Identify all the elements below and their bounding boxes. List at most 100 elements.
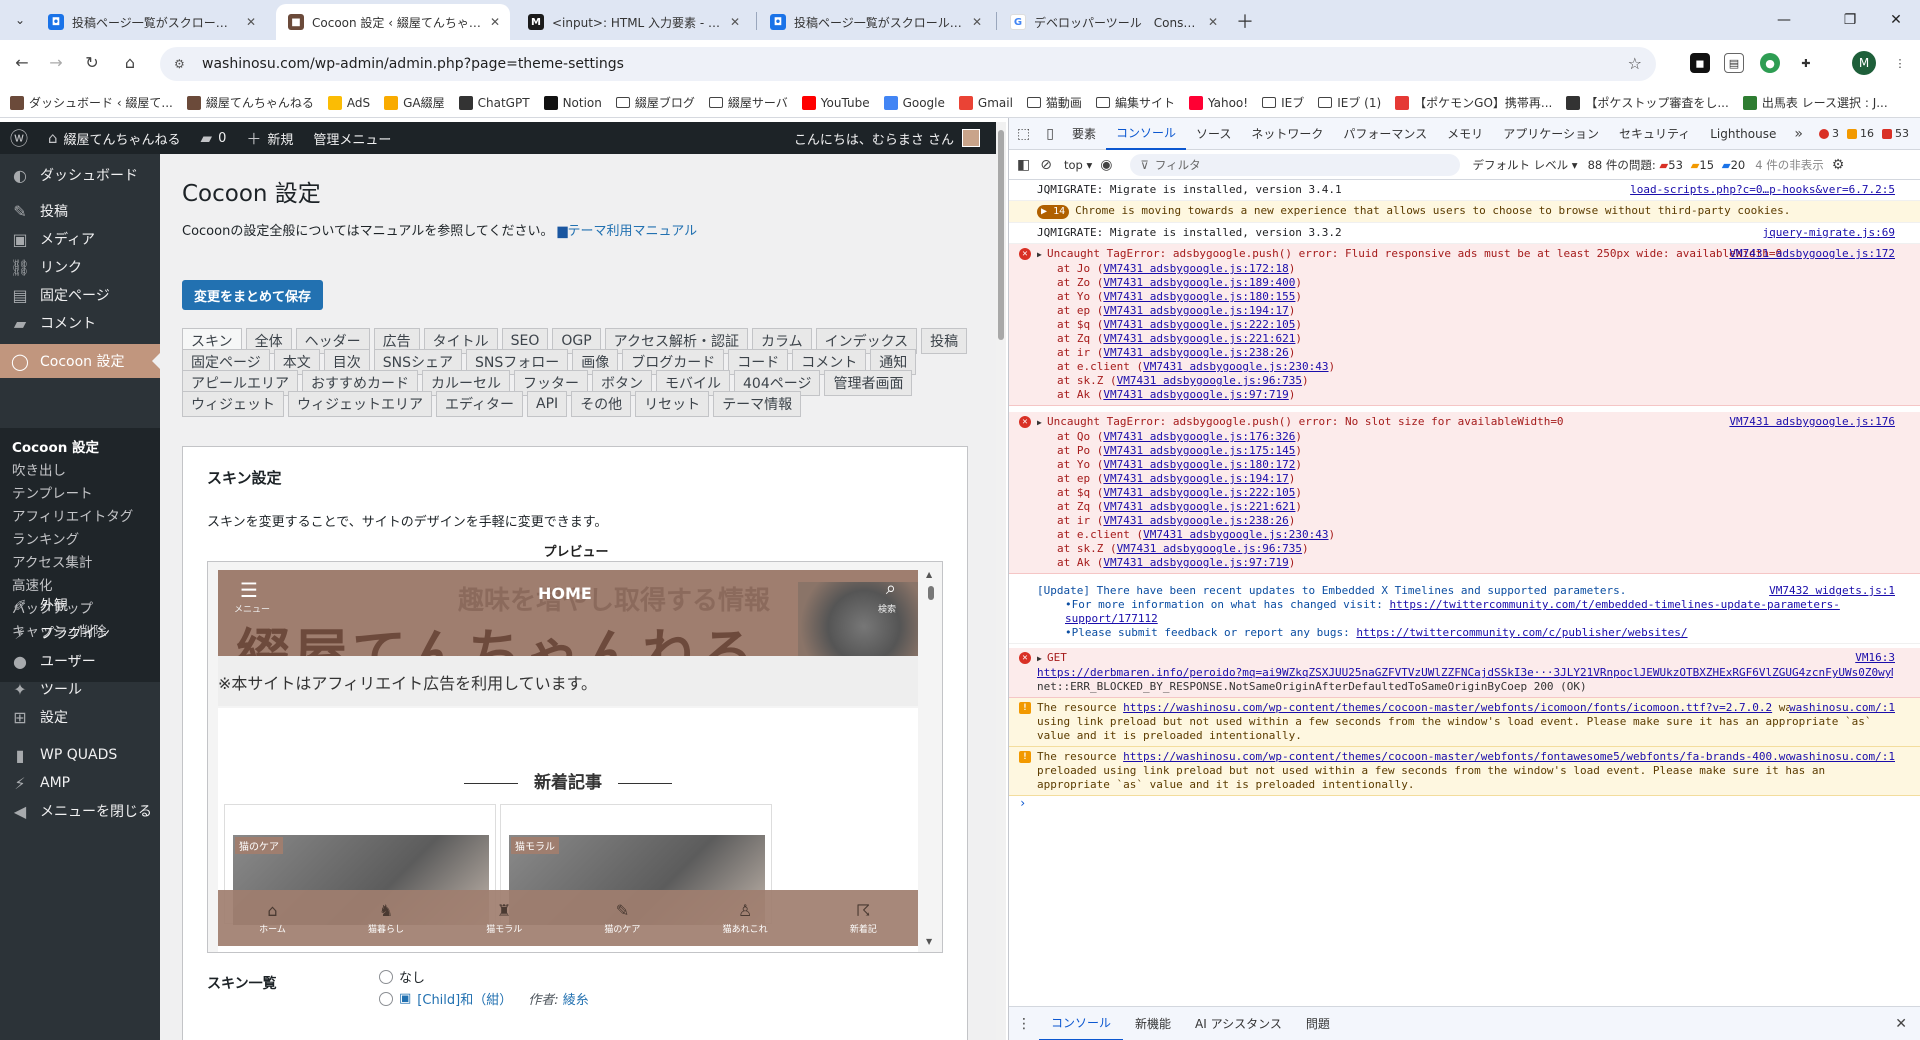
sidebar-item[interactable]: ◀ メニューを閉じる bbox=[0, 794, 160, 828]
comments-link[interactable]: ▰ 0 bbox=[191, 122, 237, 154]
reload-button[interactable]: ↻ bbox=[80, 50, 104, 74]
bookmark-item[interactable]: ChatGPT bbox=[458, 95, 530, 110]
sidebar-toggle-icon[interactable]: ◧ bbox=[1009, 157, 1038, 173]
bookmark-item[interactable]: 猫動画 bbox=[1026, 94, 1082, 111]
sidebar-item[interactable]: ⊞ 設定 bbox=[0, 700, 160, 734]
site-info-icon[interactable]: ⚙ bbox=[174, 57, 192, 71]
stack-location-link[interactable]: VM7431 adsbygoogle.js:96:735 bbox=[1117, 542, 1302, 555]
restore-button[interactable]: ❐ bbox=[1830, 6, 1870, 34]
console-prompt[interactable]: › bbox=[1009, 796, 1920, 818]
stack-location-link[interactable]: VM7431 adsbygoogle.js:97:719 bbox=[1103, 388, 1288, 401]
device-toolbar-icon[interactable]: ▯ bbox=[1038, 126, 1062, 142]
error-count[interactable]: 3 bbox=[1818, 127, 1839, 140]
log-level-select[interactable]: デフォルト レベル ▾ bbox=[1472, 157, 1577, 173]
bookmark-item[interactable]: 綴屋てんちゃんねる bbox=[186, 94, 314, 111]
stack-location-link[interactable]: VM7431 adsbygoogle.js:230:43 bbox=[1143, 528, 1328, 541]
bookmark-item[interactable]: ダッシュボード ‹ 綴屋て... bbox=[10, 94, 173, 111]
close-icon[interactable]: ✕ bbox=[246, 15, 256, 29]
bookmark-item[interactable]: IEブ (1) bbox=[1318, 94, 1381, 111]
stack-location-link[interactable]: VM7431 adsbygoogle.js:194:17 bbox=[1103, 472, 1288, 485]
save-all-button[interactable]: 変更をまとめて保存 bbox=[182, 280, 324, 310]
submenu-item[interactable]: Cocoon 設定 bbox=[12, 436, 99, 456]
devtools-tab[interactable]: メモリ bbox=[1437, 118, 1493, 150]
scroll-thumb[interactable] bbox=[928, 586, 934, 600]
submenu-item[interactable]: アフィリエイトタグ bbox=[12, 505, 133, 525]
sidebar-item[interactable]: ▰ コメント bbox=[0, 306, 160, 340]
inspect-icon[interactable]: ⬚ bbox=[1009, 126, 1038, 142]
minimize-button[interactable]: — bbox=[1764, 6, 1804, 34]
bookmark-item[interactable]: Gmail bbox=[958, 95, 1013, 110]
console-filter-input[interactable]: ⊽ フィルタ bbox=[1130, 153, 1461, 176]
console-error[interactable]: ✕ ▶ Uncaught TagError: adsbygoogle.push()… bbox=[1009, 412, 1920, 574]
devtools-tab[interactable]: Lighthouse bbox=[1700, 118, 1786, 150]
skin-option-link[interactable]: [Child]和（紺） bbox=[417, 989, 512, 1008]
browser-tab[interactable]: G デベロッパーツール Console - Goo ✕ bbox=[998, 4, 1228, 40]
close-drawer-icon[interactable]: ✕ bbox=[1887, 1016, 1915, 1032]
settings-tab[interactable]: API bbox=[527, 391, 568, 417]
skin-option-none[interactable]: なし bbox=[379, 967, 425, 986]
bookmark-item[interactable]: YouTube bbox=[801, 95, 870, 110]
radio-button[interactable] bbox=[379, 991, 393, 1006]
skin-option-child-wa[interactable]: ▣ [Child]和（紺） 作者: 綾糸 bbox=[379, 989, 589, 1008]
stack-location-link[interactable]: VM7431 adsbygoogle.js:194:17 bbox=[1103, 304, 1288, 317]
live-expression-eye-icon[interactable]: ◉ bbox=[1092, 157, 1120, 173]
drawer-tab[interactable]: 問題 bbox=[1294, 1007, 1342, 1040]
browser-tab[interactable]: ◘ 投稿ページ一覧がスクロール出来な ✕ bbox=[36, 4, 266, 40]
stack-location-link[interactable]: VM7431 adsbygoogle.js:97:719 bbox=[1103, 556, 1288, 569]
log-source-link[interactable]: washinosu.com/:1 bbox=[1789, 701, 1895, 715]
log-source-link[interactable]: VM7431 adsbygoogle.js:172 bbox=[1729, 247, 1895, 261]
stack-location-link[interactable]: VM7431 adsbygoogle.js:180:155 bbox=[1103, 290, 1295, 303]
settings-tab[interactable]: ウィジェットエリア bbox=[288, 391, 432, 417]
settings-tab[interactable]: テーマ情報 bbox=[713, 391, 802, 417]
stack-location-link[interactable]: VM7431 adsbygoogle.js:176:326 bbox=[1103, 430, 1295, 443]
settings-tab[interactable]: ウィジェット bbox=[182, 391, 284, 417]
bookmark-item[interactable]: 【ポケモンGO】携帯再... bbox=[1395, 94, 1552, 111]
close-icon[interactable]: ✕ bbox=[730, 15, 740, 29]
settings-tab[interactable]: リセット bbox=[635, 391, 710, 417]
close-window-button[interactable]: ✕ bbox=[1876, 6, 1916, 34]
close-icon[interactable]: ✕ bbox=[1208, 15, 1218, 29]
drawer-menu-icon[interactable]: ⋮ bbox=[1009, 1016, 1039, 1032]
bookmark-star-icon[interactable]: ☆ bbox=[1628, 54, 1642, 73]
stack-location-link[interactable]: VM7431 adsbygoogle.js:180:172 bbox=[1103, 458, 1295, 471]
devtools-tab[interactable]: ネットワーク bbox=[1241, 118, 1333, 150]
log-source-link[interactable]: jquery-migrate.js:69 bbox=[1763, 226, 1895, 240]
log-source-link[interactable]: washinosu.com/:1 bbox=[1789, 750, 1895, 764]
preview-scrollbar[interactable]: ▲ ▼ bbox=[926, 570, 936, 946]
devtools-tab[interactable]: ソース bbox=[1186, 118, 1241, 150]
console-settings-icon[interactable]: ⚙ bbox=[1824, 157, 1853, 173]
author-link[interactable]: 綾糸 bbox=[563, 993, 589, 1008]
drawer-tab[interactable]: 新機能 bbox=[1123, 1007, 1183, 1040]
log-source-link[interactable]: load-scripts.php?c=0…p-hooks&ver=6.7.2:5 bbox=[1630, 183, 1895, 197]
browser-tab-active[interactable]: ■ Cocoon 設定 ‹ 綴屋てんちゃんねる ✕ bbox=[276, 4, 510, 40]
my-account-link[interactable]: こんにちは、むらまさ さん bbox=[794, 122, 980, 154]
console-error[interactable]: ✕ ▶ Uncaught TagError: adsbygoogle.push()… bbox=[1009, 244, 1920, 406]
radio-button[interactable] bbox=[379, 969, 393, 984]
address-bar[interactable]: ⚙ washinosu.com/wp-admin/admin.php?page=… bbox=[160, 47, 1656, 81]
log-source-link[interactable]: VM16:3 bbox=[1855, 651, 1895, 665]
grammarly-icon[interactable]: ● bbox=[1760, 53, 1780, 73]
resource-link[interactable]: https://washinosu.com/wp-content/themes/… bbox=[1123, 701, 1772, 714]
settings-tab[interactable]: その他 bbox=[571, 391, 632, 417]
submenu-item[interactable]: アクセス集計 bbox=[12, 551, 92, 571]
bookmark-item[interactable]: IEブ bbox=[1262, 94, 1304, 111]
bookmark-item[interactable]: GA綴屋 bbox=[384, 94, 445, 111]
devtools-tab[interactable]: コンソール bbox=[1105, 118, 1186, 150]
stack-location-link[interactable]: VM7431 adsbygoogle.js:238:26 bbox=[1103, 514, 1288, 527]
new-tab-button[interactable]: ＋ bbox=[1232, 8, 1258, 34]
browser-tab[interactable]: ◘ 投稿ページ一覧がスクロール出来な ✕ bbox=[758, 4, 992, 40]
stack-location-link[interactable]: VM7431 adsbygoogle.js:230:43 bbox=[1143, 360, 1328, 373]
new-content-link[interactable]: ＋ 新規 bbox=[236, 122, 303, 154]
stack-location-link[interactable]: VM7431 adsbygoogle.js:189:400 bbox=[1103, 276, 1295, 289]
back-button[interactable]: ← bbox=[10, 50, 34, 74]
browser-tab[interactable]: M <input>: HTML 入力要素 - HTM ✕ bbox=[516, 4, 750, 40]
stack-location-link[interactable]: VM7431 adsbygoogle.js:238:26 bbox=[1103, 346, 1288, 359]
devtools-tab[interactable]: セキュリティ bbox=[1609, 118, 1700, 150]
reading-list-icon[interactable]: ▤ bbox=[1724, 53, 1744, 73]
extensions-puzzle-icon[interactable]: ✚ bbox=[1796, 53, 1816, 73]
submenu-item[interactable]: ランキング bbox=[12, 528, 79, 548]
stack-location-link[interactable]: VM7431 adsbygoogle.js:221:621 bbox=[1103, 500, 1295, 513]
settings-tab[interactable]: 管理者画面 bbox=[824, 370, 913, 396]
bookmark-item[interactable]: 出馬表 レース選択 : J... bbox=[1742, 94, 1888, 111]
sidebar-item[interactable]: ◐ ダッシュボード bbox=[0, 158, 160, 192]
